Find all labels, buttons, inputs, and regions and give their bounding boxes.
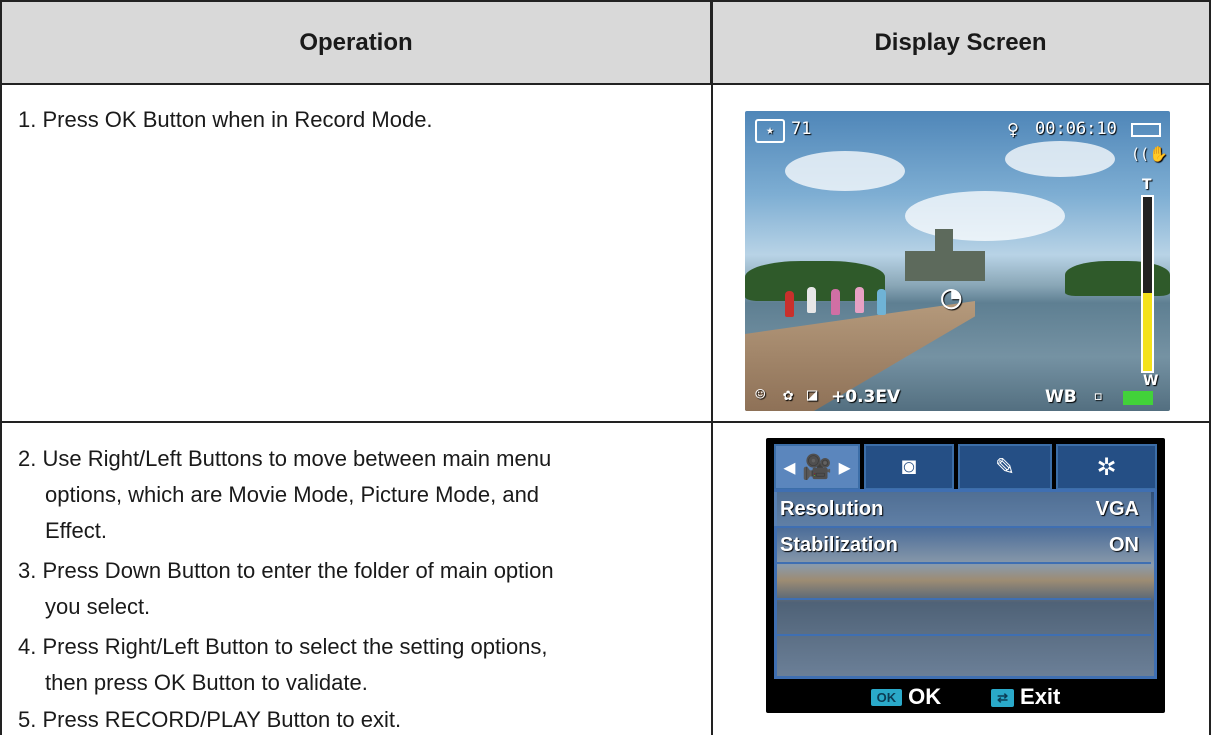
treeline xyxy=(1065,261,1170,296)
step-5-text: 5. Press RECORD/PLAY Button to exit. xyxy=(18,707,402,732)
zoom-level-fill xyxy=(1143,292,1152,371)
tourist xyxy=(785,291,794,317)
tourist xyxy=(855,287,864,313)
temple-tower xyxy=(935,229,953,254)
menu-row-resolution[interactable]: Resolution VGA xyxy=(774,492,1151,528)
table-border-left xyxy=(0,0,2,735)
macro-icon: ✿ xyxy=(783,385,794,405)
header-display-screen: Display Screen xyxy=(712,0,1211,85)
effect-icon: ✎ xyxy=(994,453,1016,481)
tourist xyxy=(877,289,886,315)
tab-picture[interactable]: ◙ xyxy=(864,444,954,490)
menu-row-empty xyxy=(774,600,1151,636)
self-timer-icon: ◔ xyxy=(941,277,962,317)
ok-key-badge: OK xyxy=(870,689,903,707)
bulb-icon: ♀ xyxy=(1007,117,1020,141)
tab-movie[interactable]: ◂ 🎥 ▸ xyxy=(774,444,860,490)
header-operation: Operation xyxy=(0,0,712,85)
menu-row-label: Stabilization xyxy=(780,533,898,556)
zoom-tele-label: T xyxy=(1142,177,1152,193)
tab-effect[interactable]: ✎ xyxy=(958,444,1052,490)
exit-hint[interactable]: ⇄ Exit xyxy=(991,684,1060,710)
face-icon: ☺ xyxy=(755,385,766,405)
row-separator xyxy=(0,421,1211,423)
shots-remaining: 71 xyxy=(791,119,812,139)
instruction-table: Operation Display Screen 1. Press OK But… xyxy=(0,0,1211,735)
zoom-wide-label: W xyxy=(1143,373,1159,389)
movie-icon: ◂ 🎥 ▸ xyxy=(783,453,851,481)
step-2-line-3: Effect. xyxy=(45,518,107,543)
camera-icon: ◙ xyxy=(901,453,917,480)
step-4-line-2: then press OK Button to validate. xyxy=(45,670,368,695)
settings-icon: ✲ xyxy=(1096,453,1117,481)
white-balance-label: WB xyxy=(1045,387,1077,407)
tourist xyxy=(807,287,816,313)
battery-icon xyxy=(1131,123,1161,137)
zoom-bar xyxy=(1141,195,1154,373)
tab-settings[interactable]: ✲ xyxy=(1056,444,1157,490)
step-3-line-1: 3. Press Down Button to enter the folder… xyxy=(18,558,554,583)
tourist xyxy=(831,289,840,315)
ev-icon: ◪ xyxy=(807,385,818,405)
power-battery-icon xyxy=(1123,391,1153,405)
table-divider xyxy=(711,0,713,735)
menu-bottom-bar: OK OK ⇄ Exit xyxy=(766,680,1165,713)
exit-label: Exit xyxy=(1020,683,1061,709)
stabilizer-icon: ((✋)) xyxy=(1131,145,1170,163)
step-3-line-2: you select. xyxy=(45,594,151,619)
record-mode-screen: ★ 71 ♀ 00:06:10 ((✋)) T W ◔ ☺ ✿ ◪ +0.3EV… xyxy=(745,111,1170,411)
step-2-line-2: options, which are Movie Mode, Picture M… xyxy=(45,482,540,507)
menu-row-value: VGA xyxy=(1095,497,1139,520)
step-2-line-1: 2. Use Right/Left Buttons to move betwee… xyxy=(18,446,552,471)
ok-hint[interactable]: OK OK xyxy=(870,683,942,710)
menu-screen: ◂ 🎥 ▸ ◙ ✎ ✲ Resolution VGA Stabilization… xyxy=(766,438,1165,713)
cloud xyxy=(785,151,905,191)
menu-row-value: ON xyxy=(1109,533,1139,556)
ok-label: OK xyxy=(908,683,942,709)
cloud xyxy=(905,191,1065,241)
menu-row-empty xyxy=(774,564,1151,600)
step-4-line-1: 4. Press Right/Left Button to select the… xyxy=(18,634,548,659)
menu-row-label: Resolution xyxy=(780,497,884,520)
ev-value: +0.3EV xyxy=(831,387,901,407)
cloud xyxy=(1005,141,1115,177)
card-icon: ▫ xyxy=(1093,386,1104,406)
menu-row-stabilization[interactable]: Stabilization ON xyxy=(774,528,1151,564)
timecode: 00:06:10 xyxy=(1035,119,1117,139)
step-1-text: 1. Press OK Button when in Record Mode. xyxy=(18,107,433,132)
return-icon: ⇄ xyxy=(991,688,1015,707)
camera-icon: ★ xyxy=(755,119,785,143)
